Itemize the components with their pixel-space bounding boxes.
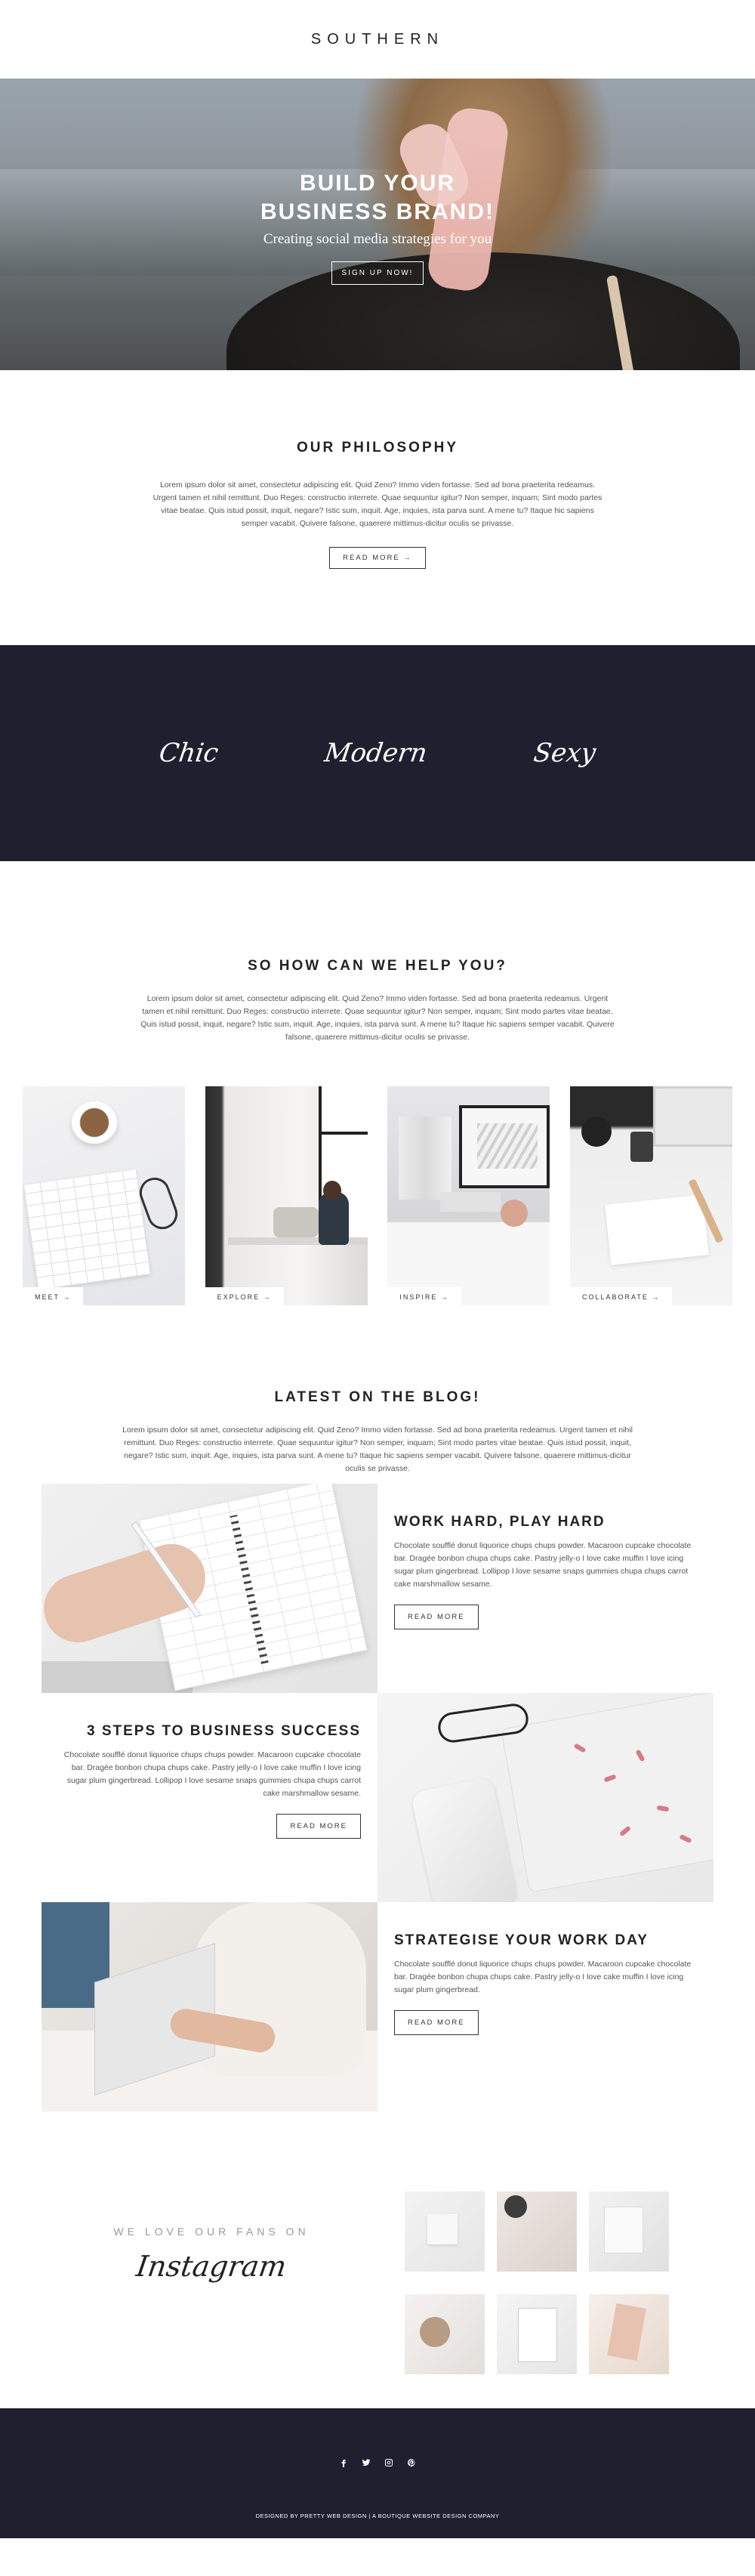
laptop — [501, 1693, 713, 1893]
blog-post-2-read-more-button[interactable]: READ MORE — [276, 1814, 361, 1839]
blog-post-3-title[interactable]: STRATEGISE YOUR WORK DAY — [394, 1932, 697, 1949]
service-label-inspire[interactable]: INSPIRE → — [387, 1287, 461, 1305]
service-card-meet[interactable]: MEET → — [23, 1086, 185, 1305]
service-label-collaborate[interactable]: COLLABORATE → — [569, 1287, 673, 1305]
service-image-office-window — [205, 1086, 368, 1305]
blog-header: LATEST ON THE BLOG! Lorem ipsum dolor si… — [0, 1345, 755, 1475]
instagram-callout: WE LOVE OUR FANS ON Instagram — [98, 2225, 325, 2283]
blog-post-2-image[interactable] — [378, 1693, 713, 1902]
services-section: SO HOW CAN WE HELP YOU? Lorem ipsum dolo… — [0, 861, 755, 1345]
blog-post-3-image[interactable] — [42, 1902, 378, 2111]
service-cards: MEET → EXPLORE → INSPIRE → COLLABORATE → — [23, 1086, 732, 1305]
blog-post-3-text: STRATEGISE YOUR WORK DAY Chocolate souff… — [378, 1902, 713, 2111]
cup — [581, 1117, 612, 1147]
instagram-thumb-1[interactable] — [405, 2191, 485, 2272]
blog-intro: Lorem ipsum dolor sit amet, consectetur … — [122, 1425, 633, 1473]
twitter-icon[interactable] — [361, 2457, 371, 2468]
instagram-section: WE LOVE OUR FANS ON Instagram — [0, 2157, 755, 2408]
blog-post-1-read-more-button[interactable]: READ MORE — [394, 1605, 479, 1629]
service-card-explore[interactable]: EXPLORE → — [205, 1086, 368, 1305]
hero-subtitle: Creating social media strategies for you — [263, 231, 492, 247]
blog-post-1-image[interactable] — [42, 1484, 378, 1693]
instagram-icon[interactable] — [384, 2457, 394, 2468]
monitor — [459, 1105, 550, 1188]
blog-post-1: WORK HARD, PLAY HARD Chocolate soufflé d… — [42, 1484, 713, 1693]
person-head — [322, 1181, 341, 1200]
instagram-thumb-4[interactable] — [405, 2294, 485, 2374]
service-card-inspire[interactable]: INSPIRE → — [387, 1086, 550, 1305]
blog-post-2: 3 STEPS TO BUSINESS SUCCESS Chocolate so… — [42, 1693, 713, 1902]
blog-title: LATEST ON THE BLOG! — [274, 1389, 481, 1405]
blog-post-3-excerpt: Chocolate soufflé donut liquorice chups … — [394, 1960, 692, 1994]
hero-title: BUILD YOUR BUSINESS BRAND! — [260, 171, 495, 224]
services-title: SO HOW CAN WE HELP YOU? — [248, 958, 507, 974]
style-word-chic: Chic — [157, 738, 220, 768]
blog-post-1-title[interactable]: WORK HARD, PLAY HARD — [394, 1514, 697, 1530]
site-header: SOUTHERN — [0, 0, 755, 79]
social-links — [0, 2457, 755, 2468]
instagram-kicker: WE LOVE OUR FANS ON — [113, 2225, 310, 2238]
service-card-collaborate[interactable]: COLLABORATE → — [569, 1086, 732, 1305]
blog-post-2-excerpt: Chocolate soufflé donut liquorice chups … — [63, 1750, 361, 1798]
philosophy-read-more-button[interactable]: READ MORE → — [329, 547, 426, 569]
style-word-sexy: Sexy — [532, 738, 598, 768]
philosophy-title: OUR PHILOSOPHY — [296, 440, 459, 456]
instagram-grid — [405, 2191, 669, 2380]
phone — [410, 1776, 519, 1902]
style-words-band: Chic Modern Sexy — [0, 645, 755, 861]
service-label-explore[interactable]: EXPLORE → — [205, 1287, 284, 1305]
philosophy-section: OUR PHILOSOPHY Lorem ipsum dolor sit ame… — [0, 370, 755, 645]
pinterest-icon[interactable] — [406, 2457, 417, 2468]
services-body: Lorem ipsum dolor sit amet, consectetur … — [140, 994, 615, 1042]
keyboard — [440, 1192, 501, 1212]
paper — [605, 1194, 709, 1265]
signup-button[interactable]: SIGN UP NOW! — [331, 261, 424, 285]
blog-section: LATEST ON THE BLOG! Lorem ipsum dolor si… — [0, 1345, 755, 2157]
chair — [273, 1207, 319, 1237]
page: SOUTHERN BUILD YOUR BUSINESS BRAND! Crea… — [0, 0, 755, 2576]
instagram-thumb-2[interactable] — [497, 2191, 577, 2272]
style-word-modern: Modern — [322, 738, 430, 768]
service-image-workstation — [387, 1086, 550, 1305]
service-label-meet[interactable]: MEET → — [23, 1287, 84, 1305]
instagram-thumb-5[interactable] — [497, 2294, 577, 2374]
blog-post-3-read-more-button[interactable]: READ MORE — [394, 2010, 479, 2035]
site-footer: DESIGNED BY PRETTY WEB DESIGN | A BOUTIQ… — [0, 2408, 755, 2538]
coffee-cup — [72, 1101, 117, 1144]
blog-post-1-excerpt: Chocolate soufflé donut liquorice chups … — [394, 1541, 692, 1589]
instagram-script-title[interactable]: Instagram — [96, 2250, 327, 2283]
philosophy-body: Lorem ipsum dolor sit amet, consectetur … — [153, 480, 602, 528]
instagram-thumb-3[interactable] — [589, 2191, 669, 2272]
person — [193, 1902, 366, 2076]
service-image-coffee-planner — [23, 1086, 185, 1305]
notebook — [23, 1169, 151, 1290]
hero-banner: BUILD YOUR BUSINESS BRAND! Creating soci… — [0, 79, 755, 370]
hero-content: BUILD YOUR BUSINESS BRAND! Creating soci… — [0, 169, 755, 285]
service-image-desk-flatlay — [569, 1086, 732, 1305]
blog-post-2-text: 3 STEPS TO BUSINESS SUCCESS Chocolate so… — [42, 1693, 378, 1902]
site-logo[interactable]: SOUTHERN — [311, 31, 444, 48]
footer-credits[interactable]: DESIGNED BY PRETTY WEB DESIGN | A BOUTIQ… — [0, 2513, 755, 2519]
blog-post-3: STRATEGISE YOUR WORK DAY Chocolate souff… — [42, 1902, 713, 2111]
blog-post-2-title[interactable]: 3 STEPS TO BUSINESS SUCCESS — [58, 1723, 361, 1740]
instagram-thumb-6[interactable] — [589, 2294, 669, 2374]
plant — [630, 1132, 653, 1162]
books — [399, 1117, 452, 1200]
blog-post-1-text: WORK HARD, PLAY HARD Chocolate soufflé d… — [378, 1484, 713, 1693]
facebook-icon[interactable] — [338, 2457, 349, 2468]
monitor — [652, 1086, 732, 1147]
